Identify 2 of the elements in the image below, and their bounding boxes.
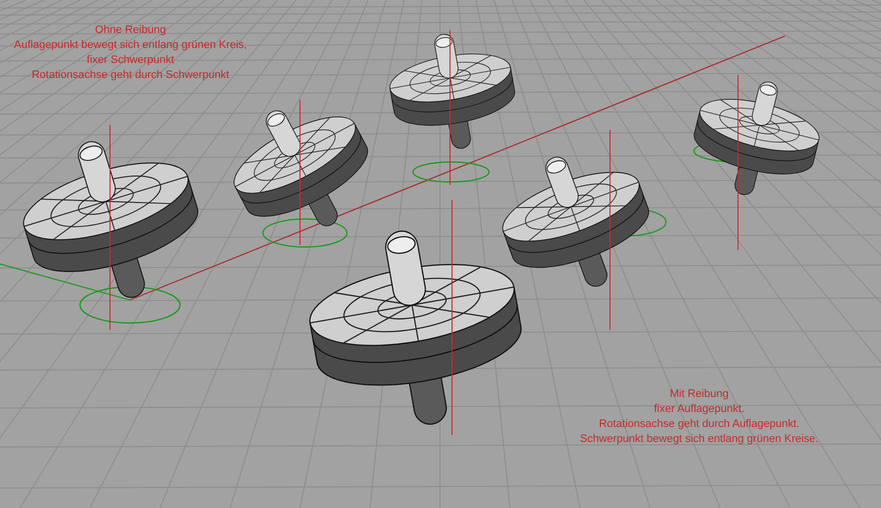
annotation-text: Mit Reibung fixer Auflagepunkt. Rotationsachse geht durch Auflagepunkt. Schwerpunkt bewegt sich entlang grünen Kreise.	[580, 387, 818, 447]
annotation-text: Ohne Reibung Auflagepunkt bewegt sich entlang grünen Kreis, fixer Schwerpunkt Rotationsachse geht durch Schwerpunkt	[14, 23, 247, 83]
